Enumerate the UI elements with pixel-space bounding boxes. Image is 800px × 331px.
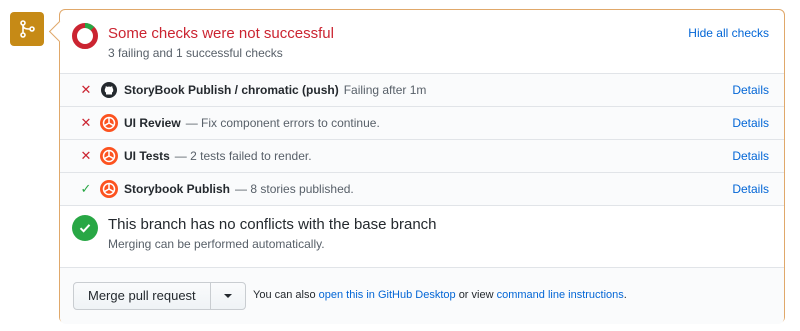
chromatic-icon	[100, 147, 118, 165]
checks-list: ✕ StoryBook Publish / chromatic (push) F…	[60, 73, 784, 206]
git-merge-icon	[20, 20, 35, 38]
check-details-link[interactable]: Details	[732, 182, 769, 196]
check-details-link[interactable]: Details	[732, 116, 769, 130]
check-name: UI Review	[124, 116, 181, 130]
check-details-link[interactable]: Details	[732, 83, 769, 97]
checks-status-title: Some checks were not successful	[108, 25, 334, 42]
command-line-instructions-link[interactable]: command line instructions	[497, 289, 624, 301]
check-icon: ✓	[80, 181, 92, 196]
merge-button-group: Merge pull request	[73, 282, 246, 310]
check-name: Storybook Publish	[124, 182, 231, 196]
check-details-link[interactable]: Details	[732, 149, 769, 163]
x-icon: ✕	[80, 115, 92, 130]
chromatic-icon	[100, 180, 118, 198]
check-row: ✕ UI Review — Fix component errors to co…	[60, 107, 784, 140]
github-icon	[100, 81, 118, 99]
check-description: Failing after 1m	[343, 83, 427, 97]
x-icon: ✕	[80, 82, 92, 97]
check-row: ✕ UI Tests — 2 tests failed to render. D…	[60, 140, 784, 173]
check-circle-icon	[72, 215, 98, 241]
merge-options-dropdown[interactable]	[211, 283, 245, 309]
check-description: — Fix component errors to continue.	[185, 116, 380, 130]
check-row: ✕ StoryBook Publish / chromatic (push) F…	[60, 74, 784, 107]
check-name: UI Tests	[124, 149, 170, 163]
conflict-status-section: This branch has no conflicts with the ba…	[60, 205, 784, 266]
note-suffix: .	[623, 289, 627, 301]
open-in-desktop-link[interactable]: open this in GitHub Desktop	[319, 289, 456, 301]
check-row: ✓ Storybook Publish — 8 stories publishe…	[60, 173, 784, 206]
check-name: StoryBook Publish / chromatic (push)	[124, 83, 339, 97]
merge-status-icon	[10, 12, 44, 46]
merge-alternatives-note: You can also open this in GitHub Desktop…	[253, 289, 627, 301]
merge-actions: Merge pull request You can also open thi…	[60, 267, 784, 324]
note-prefix: You can also	[253, 289, 316, 301]
note-middle: or view	[458, 289, 494, 301]
x-icon: ✕	[80, 148, 92, 163]
hide-all-checks-link[interactable]: Hide all checks	[688, 26, 769, 40]
no-conflicts-title: This branch has no conflicts with the ba…	[108, 216, 437, 233]
check-description: — 8 stories published.	[235, 182, 354, 196]
check-description: — 2 tests failed to render.	[174, 149, 312, 163]
merge-checks-panel: Some checks were not successful 3 failin…	[48, 9, 785, 324]
no-conflicts-subtitle: Merging can be performed automatically.	[108, 237, 325, 251]
checks-status-header: Some checks were not successful 3 failin…	[60, 10, 784, 73]
caret-down-icon	[223, 294, 232, 298]
checks-donut-icon	[72, 23, 98, 49]
merge-pull-request-button[interactable]: Merge pull request	[74, 283, 211, 309]
chromatic-icon	[100, 114, 118, 132]
checks-status-subtitle: 3 failing and 1 successful checks	[108, 46, 283, 60]
